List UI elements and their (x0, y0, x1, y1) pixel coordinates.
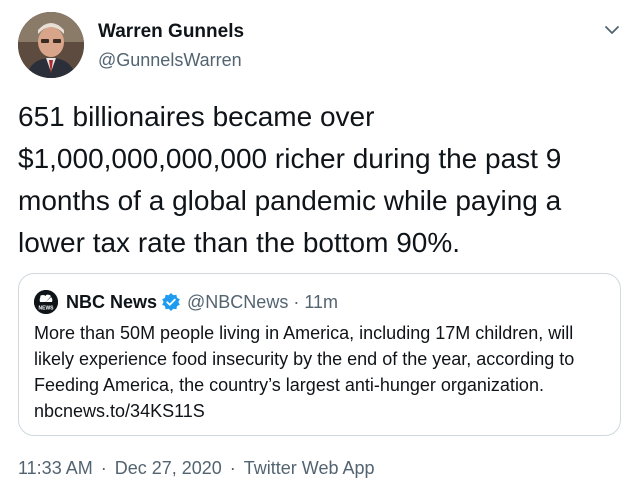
author-info: Warren Gunnels @GunnelsWarren (98, 20, 244, 72)
tweet-date[interactable]: Dec 27, 2020 (115, 458, 222, 479)
footer-separator-2: · (229, 458, 236, 478)
source-app-link[interactable]: Twitter Web App (244, 458, 375, 479)
quoted-author-handle[interactable]: @NBCNews (187, 292, 288, 313)
author-name[interactable]: Warren Gunnels (98, 20, 244, 44)
chevron-down-icon[interactable] (602, 20, 622, 40)
verified-badge-icon (161, 292, 181, 312)
footer-separator: · (100, 458, 107, 478)
quoted-author-name[interactable]: NBC News (66, 292, 157, 313)
tweet-time[interactable]: 11:33 AM (18, 458, 93, 479)
nbc-logo-icon: NEWS (34, 290, 58, 314)
avatar-image (18, 12, 84, 78)
header-separator: · (293, 291, 300, 312)
quoted-tweet-text: More than 50M people living in America, … (34, 323, 575, 421)
nbc-logo-text: NEWS (39, 306, 55, 312)
quoted-tweet[interactable]: NEWS NBC News @NBCNews · 11m More than 5… (18, 273, 621, 436)
tweet-footer: 11:33 AM · Dec 27, 2020 · Twitter Web App (18, 458, 375, 479)
tweet-text: 651 billionaires became over $1,000,000,… (18, 101, 562, 258)
quoted-tweet-header: NEWS NBC News @NBCNews · 11m (34, 288, 338, 316)
avatar[interactable] (18, 12, 84, 78)
author-handle[interactable]: @GunnelsWarren (98, 48, 244, 72)
quoted-tweet-time[interactable]: 11m (304, 292, 338, 313)
